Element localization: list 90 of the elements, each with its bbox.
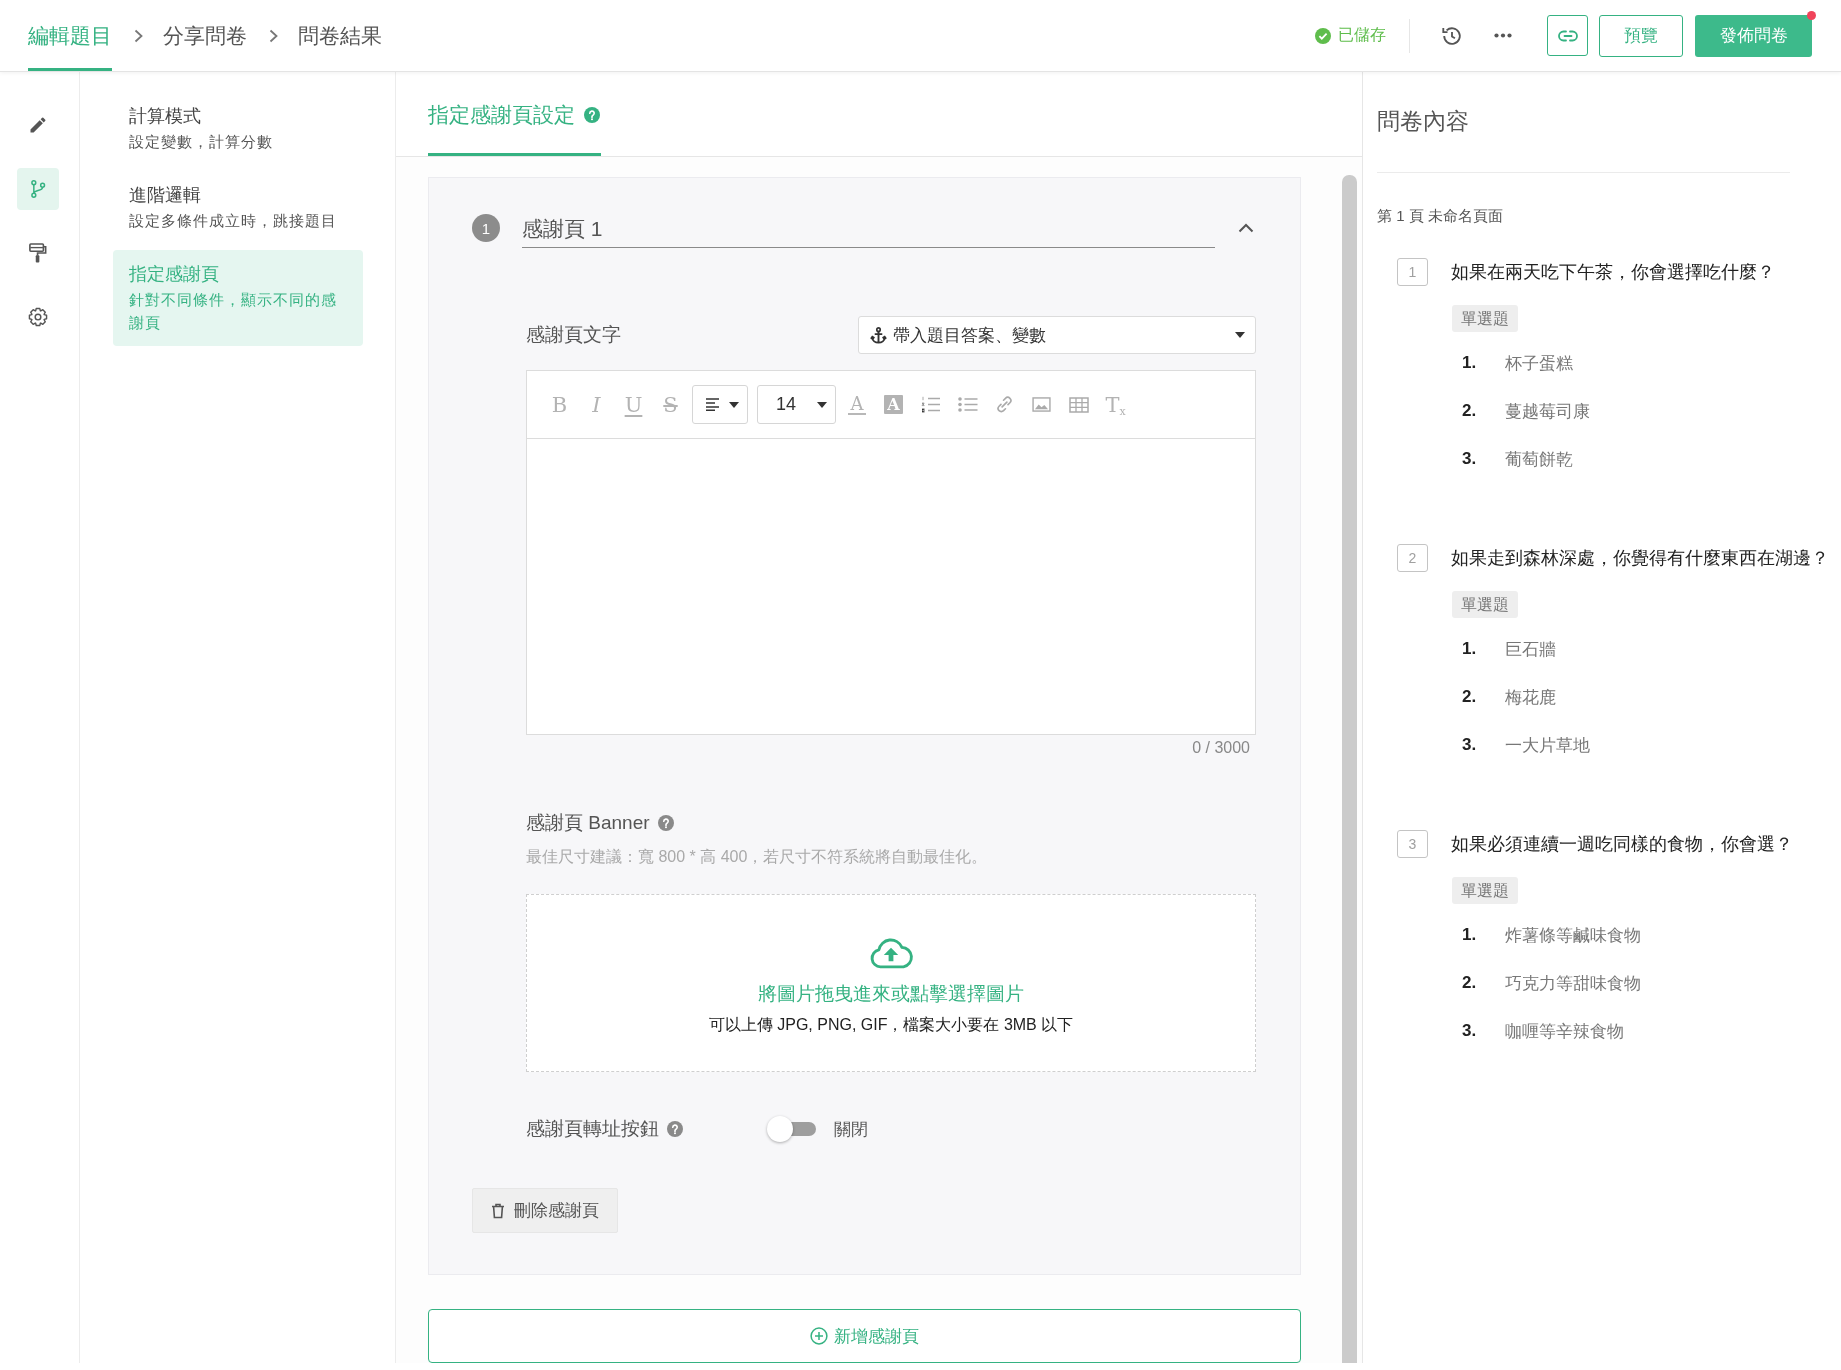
upload-note: 可以上傳 JPG, PNG, GIF，檔案大小要在 3MB 以下: [708, 1015, 1074, 1035]
option-number: 1.: [1462, 925, 1476, 945]
text-color-button[interactable]: A: [848, 394, 866, 415]
scrollbar-thumb[interactable]: [1342, 175, 1357, 1363]
option-label: 杯子蛋糕: [1505, 352, 1573, 375]
insert-dropdown[interactable]: 帶入題目答案、變數: [858, 316, 1256, 354]
underline-button[interactable]: U: [615, 386, 652, 423]
rich-text-editor[interactable]: B I U S 14 A A T$_{x}$: [526, 370, 1256, 735]
bullet-list-icon[interactable]: [957, 397, 978, 412]
question-text: 如果在兩天吃下午茶，你會選擇吃什麼？: [1451, 261, 1775, 284]
option-label: 一大片草地: [1505, 734, 1590, 757]
upload-dropzone[interactable]: 將圖片拖曳進來或點擊選擇圖片 可以上傳 JPG, PNG, GIF，檔案大小要在 3MB 以下: [526, 894, 1256, 1072]
chevron-right-icon: [134, 28, 143, 43]
option-number: 2.: [1462, 687, 1476, 707]
numbered-list-icon[interactable]: [920, 396, 941, 413]
option-number: 3.: [1462, 449, 1476, 469]
page-title: 第 1 頁 未命名頁面: [1377, 206, 1503, 226]
settings-icon: [28, 307, 48, 327]
toggle-switch[interactable]: [766, 1115, 818, 1143]
option-number: 3.: [1462, 735, 1476, 755]
option-number: 3.: [1462, 1021, 1476, 1041]
chevron-up-icon[interactable]: [1238, 223, 1254, 233]
title-field[interactable]: 感謝頁 1: [522, 208, 1215, 248]
breadcrumb-tab[interactable]: 問卷結果: [298, 0, 382, 71]
anchor-icon: [870, 326, 887, 344]
help-icon[interactable]: [657, 815, 674, 831]
pencil-icon: [28, 115, 48, 135]
option-label: 梅花鹿: [1505, 686, 1556, 709]
font-size-dropdown[interactable]: 14: [757, 385, 836, 424]
field-label: 感謝頁轉址按鈕: [526, 1117, 659, 1141]
clear-format-button[interactable]: T$_{x}$: [1097, 386, 1134, 423]
paint-roller-icon: [29, 243, 47, 263]
option-label: 巧克力等甜味食物: [1505, 972, 1641, 995]
question-type-tag: 單選題: [1452, 305, 1518, 332]
question-number: 2: [1397, 544, 1428, 572]
option-label: 葡萄餅乾: [1505, 448, 1573, 471]
option-number: 2.: [1462, 401, 1476, 421]
field-label: 感謝頁 Banner: [526, 811, 650, 835]
panel-title: 問卷內容: [1377, 107, 1469, 135]
highlight-button[interactable]: A: [884, 395, 903, 414]
question-text: 如果走到森林深處，你覺得有什麼東西在湖邊？: [1451, 547, 1829, 570]
question-text: 如果必須連續一週吃同樣的食物，你會選？: [1451, 833, 1793, 856]
more-icon[interactable]: [1494, 33, 1512, 38]
field-hint: 最佳尺寸建議：寬 800 * 高 400，若尺寸不符系統將自動最佳化。: [526, 847, 989, 867]
help-icon[interactable]: [667, 1121, 683, 1137]
link-icon: [1557, 29, 1578, 42]
field-label: 感謝頁文字: [526, 323, 621, 347]
link-icon[interactable]: [995, 395, 1014, 414]
option-number: 2.: [1462, 973, 1476, 993]
chevron-right-icon: [269, 28, 278, 43]
question-number: 3: [1397, 830, 1428, 858]
menu-item[interactable]: 指定感謝頁 針對不同條件，顯示不同的感謝頁: [113, 250, 363, 346]
menu-item[interactable]: 進階邏輯 設定多條件成立時，跳接題目: [113, 171, 363, 244]
breadcrumb-tab[interactable]: 分享問卷: [163, 0, 247, 71]
caret-down-icon: [729, 401, 739, 408]
plus-circle-icon: [810, 1327, 828, 1345]
upload-prompt: 將圖片拖曳進來或點擊選擇圖片: [758, 982, 1024, 1006]
question-number: 1: [1397, 258, 1428, 286]
image-icon[interactable]: [1032, 397, 1051, 412]
table-icon[interactable]: [1068, 396, 1089, 413]
toggle-state-label: 關閉: [834, 1118, 868, 1141]
option-number: 1.: [1462, 639, 1476, 659]
bold-button[interactable]: B: [541, 386, 578, 423]
save-status: 已儲存: [1338, 25, 1386, 45]
menu-item[interactable]: 計算模式 設定變數，計算分數: [113, 92, 363, 165]
option-label: 蔓越莓司康: [1505, 400, 1590, 423]
option-label: 咖喱等辛辣食物: [1505, 1020, 1624, 1043]
strikethrough-button[interactable]: S: [652, 386, 689, 423]
italic-button[interactable]: I: [578, 386, 615, 423]
option-label: 炸薯條等鹹味食物: [1505, 924, 1641, 947]
align-dropdown[interactable]: [692, 385, 748, 424]
caret-down-icon: [817, 401, 827, 408]
caret-down-icon: [1235, 332, 1245, 338]
preview-button[interactable]: 預覽: [1599, 14, 1683, 57]
option-label: 巨石牆: [1505, 638, 1556, 661]
check-circle-icon: [1315, 27, 1331, 44]
add-button[interactable]: 新增感謝頁: [428, 1309, 1301, 1363]
question-type-tag: 單選題: [1452, 877, 1518, 904]
option-number: 1.: [1462, 353, 1476, 373]
help-icon[interactable]: [584, 107, 600, 123]
cloud-upload-icon: [868, 936, 914, 970]
history-icon[interactable]: [1441, 24, 1463, 47]
delete-button[interactable]: 刪除感謝頁: [472, 1188, 618, 1233]
character-counter: 0 / 3000: [1192, 738, 1250, 758]
align-left-icon: [706, 398, 721, 411]
trash-icon: [491, 1202, 505, 1219]
link-button[interactable]: [1547, 15, 1588, 56]
question-type-tag: 單選題: [1452, 591, 1518, 618]
branch-icon: [28, 179, 48, 199]
step-number: 1: [472, 214, 500, 242]
